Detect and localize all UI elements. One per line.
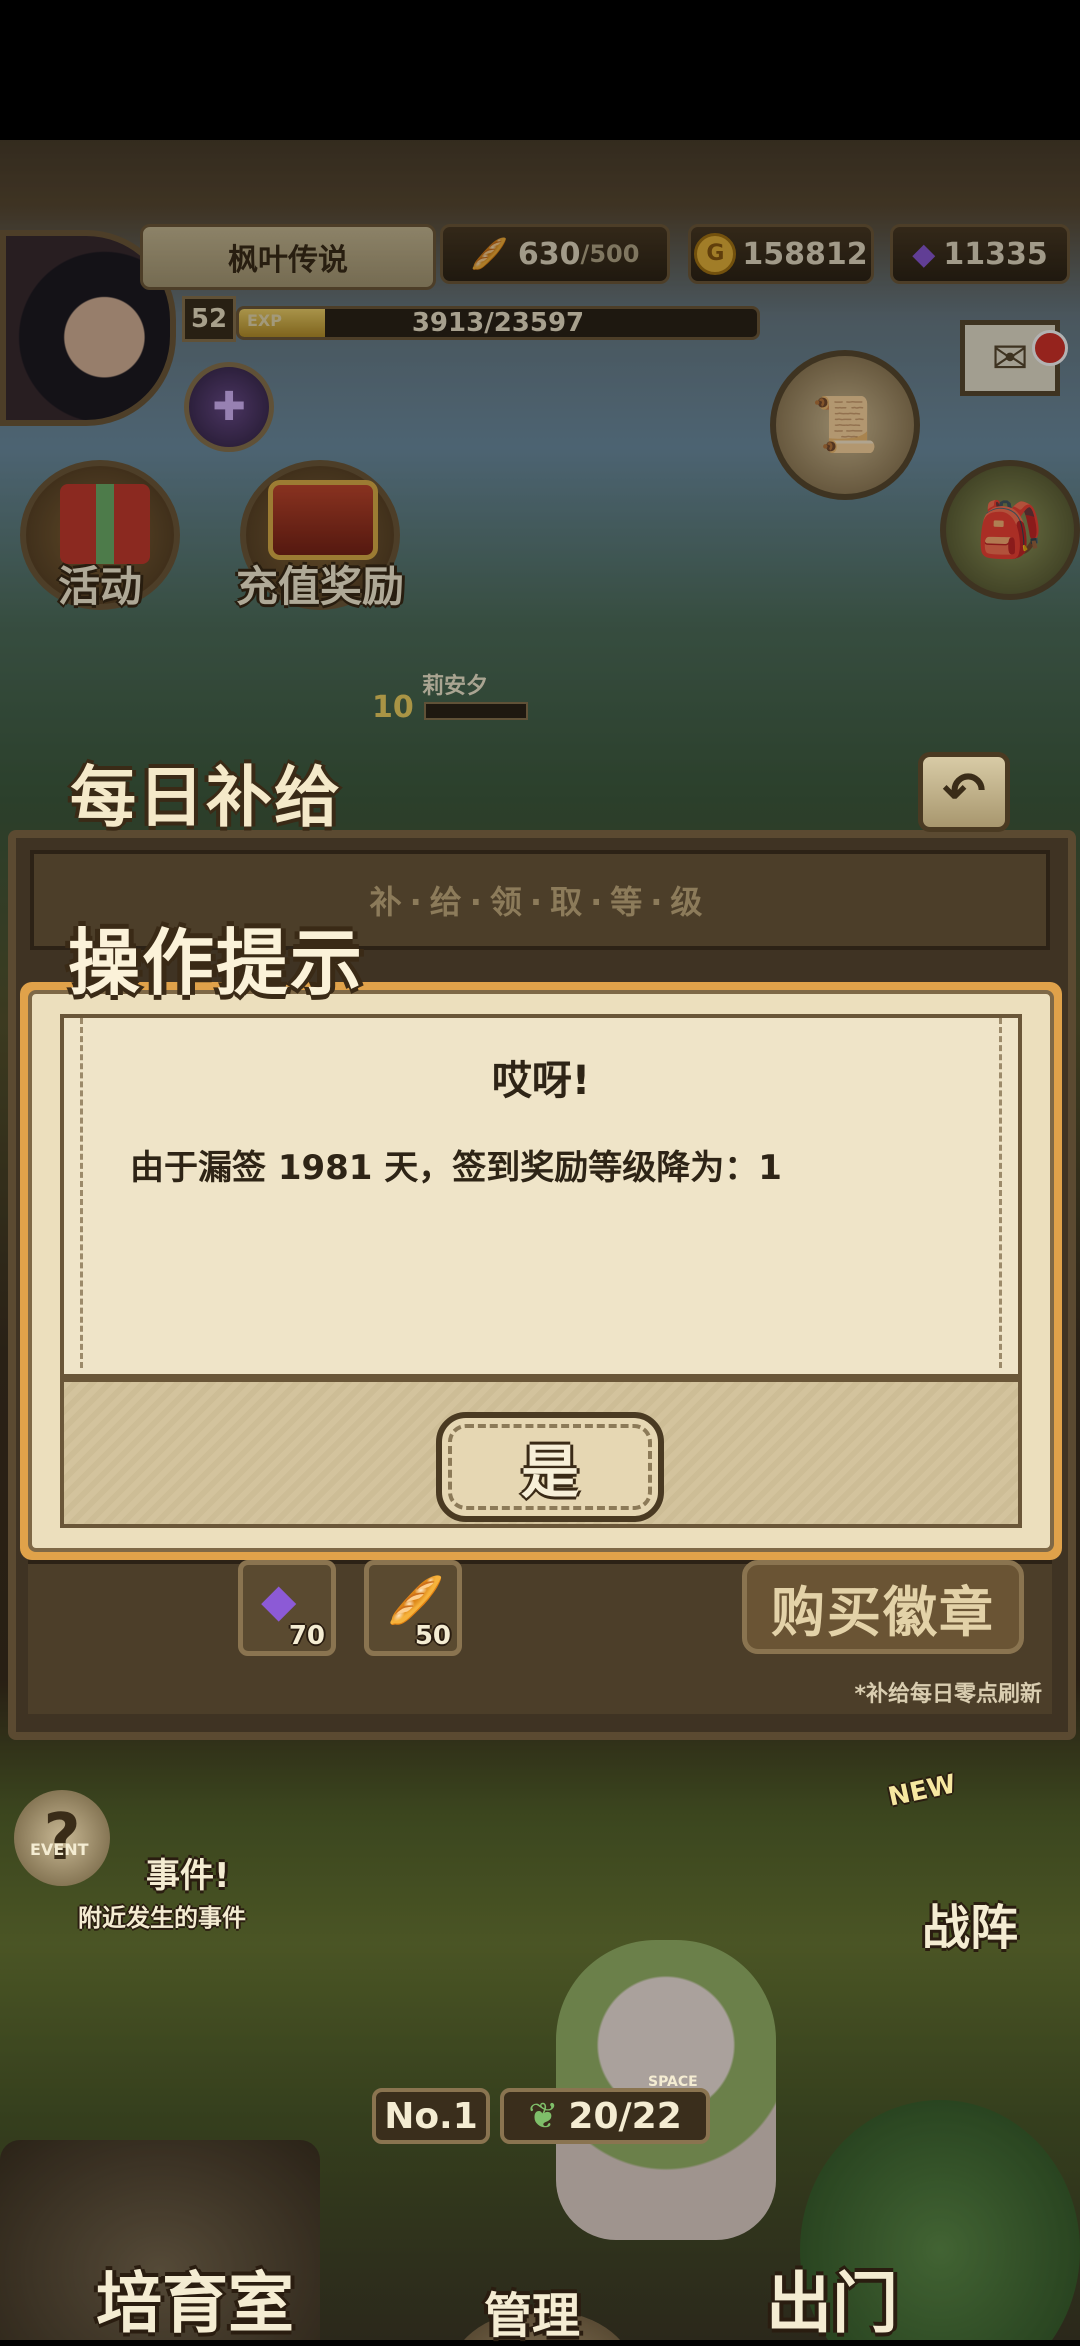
gem-icon: ◆ — [261, 1573, 297, 1627]
operation-tip-dialog: 哎呀! 由于漏签 1981 天，签到奖励等级降为：1 是 — [20, 982, 1062, 1560]
event-title[interactable]: 事件! — [146, 1848, 230, 1897]
rank-prefix: No. — [384, 2095, 453, 2137]
dialog-body: 哎呀! 由于漏签 1981 天，签到奖励等级降为：1 — [60, 1014, 1022, 1378]
daily-supply-title: 每日补给 — [70, 759, 342, 836]
manage-button[interactable]: 管理 — [484, 2276, 580, 2346]
formation-button[interactable]: 战阵 — [922, 1888, 1018, 1958]
modal-title: 操作提示 — [68, 921, 365, 1005]
leaf-icon: ❦ — [528, 2095, 559, 2137]
refresh-note: *补给每日零点刷新 — [854, 1682, 1042, 1707]
incubator-button[interactable]: 培育室 — [96, 2250, 294, 2346]
bread-icon: 🥖 — [387, 1573, 445, 1627]
event-subtitle: 附近发生的事件 — [78, 1904, 246, 1932]
rank-value: 1 — [452, 2095, 478, 2137]
dialog-frame: 哎呀! 由于漏签 1981 天，签到奖励等级降为：1 是 — [28, 990, 1054, 1552]
reward-count: 70 — [288, 1621, 325, 1651]
reward-count: 50 — [414, 1621, 451, 1651]
go-out-button[interactable]: 出门 — [766, 2250, 898, 2346]
event-caption: EVENT — [30, 1840, 89, 1859]
event-icon[interactable]: ? — [14, 1790, 110, 1886]
back-button[interactable]: ↶ — [918, 752, 1010, 832]
back-arrow-icon: ↶ — [942, 762, 986, 822]
dialog-message: 由于漏签 1981 天，签到奖励等级降为：1 — [130, 1148, 782, 1188]
yes-button[interactable]: 是 — [436, 1412, 664, 1522]
space-value: 20/22 — [568, 2095, 682, 2137]
space-indicator: ❦ 20/22 — [500, 2088, 710, 2144]
top-black-bar — [0, 0, 1080, 140]
reward-item-bread[interactable]: 🥖 50 — [364, 1560, 462, 1656]
dialog-heading: 哎呀! — [491, 1058, 591, 1104]
reward-item-gem[interactable]: ◆ 70 — [238, 1560, 336, 1656]
rank-indicator: No. 1 — [372, 2088, 490, 2144]
buy-badge-button[interactable]: 购买徽章 — [742, 1560, 1024, 1654]
